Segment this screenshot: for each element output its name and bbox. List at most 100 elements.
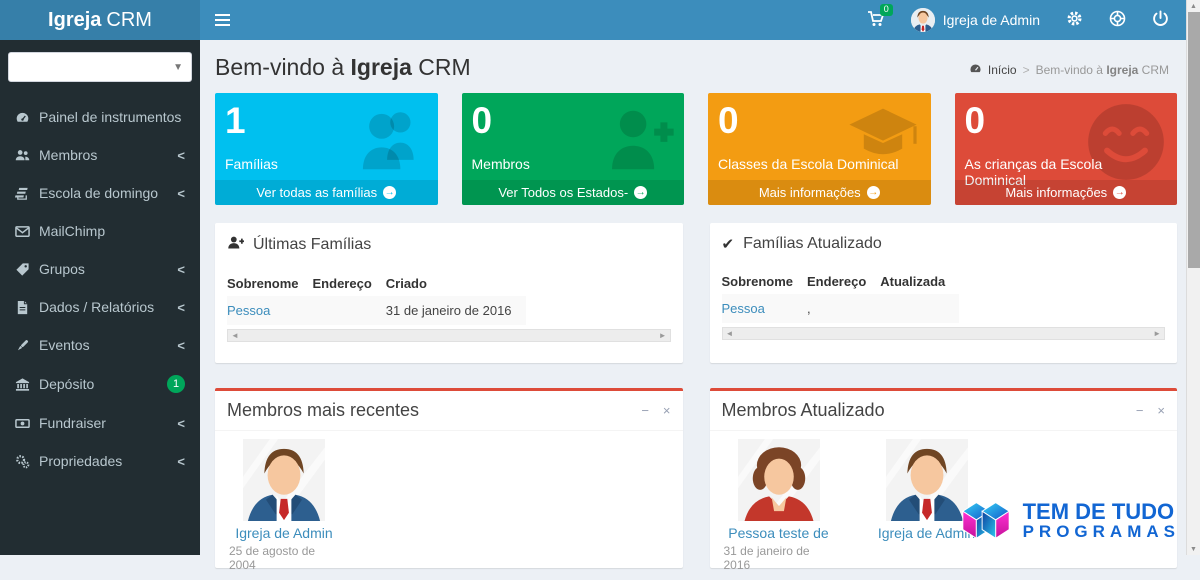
- check-icon: ✔: [722, 235, 735, 253]
- member-date: 31 de janeiro de 2016: [724, 544, 834, 572]
- chevron-left-icon: <: [177, 454, 185, 469]
- sidebar-search-select[interactable]: ▼: [8, 52, 192, 82]
- sidebar-item-painel[interactable]: Painel de instrumentos: [0, 98, 200, 136]
- envelope-icon: [15, 224, 39, 239]
- family-link[interactable]: Pessoa: [227, 303, 270, 318]
- avatar-man: [243, 439, 325, 521]
- dashboard-icon: [969, 62, 982, 78]
- watermark-logo: TEM DE TUDO PROGRAMAS: [955, 490, 1180, 551]
- stack-icon: [15, 186, 39, 201]
- money-icon: [15, 416, 39, 431]
- chevron-left-icon: <: [177, 300, 185, 315]
- user-plus-icon: [227, 235, 244, 255]
- membros-label: Membros: [472, 156, 675, 172]
- updated-families-title: ✔ Famílias Atualizado: [722, 235, 1166, 253]
- info-box-criancas: 0 As crianças da Escola Dominical Mais i…: [955, 93, 1178, 205]
- member-date: 25 de agosto de 2004: [229, 544, 339, 572]
- arrow-circle-right-icon: →: [634, 186, 647, 199]
- breadcrumb-current: Bem-vindo à Igreja CRM: [1036, 63, 1169, 77]
- member-link[interactable]: Pessoa teste de: [728, 525, 828, 541]
- breadcrumb-home-link[interactable]: Início: [988, 63, 1017, 77]
- user-menu[interactable]: Igreja de Admin: [898, 0, 1053, 40]
- sidebar-item-deposito[interactable]: Depósito 1: [0, 364, 200, 404]
- scroll-down-icon[interactable]: ▼: [1187, 543, 1200, 555]
- member-card: Igreja de Admin 25 de agosto de 2004: [229, 439, 339, 572]
- scroll-right-icon: ►: [1153, 329, 1161, 338]
- tem-de-tudo-logo-icon: [955, 490, 1017, 551]
- horizontal-scrollbar[interactable]: ◄ ►: [227, 329, 671, 342]
- language-button[interactable]: [1096, 0, 1139, 40]
- watermark-line1: TEM DE TUDO: [1023, 501, 1180, 523]
- page-header: Bem-vindo à Igreja CRM Início > Bem-vind…: [215, 54, 1177, 81]
- familias-count: 1: [225, 101, 428, 142]
- scroll-up-icon[interactable]: ▲: [1187, 0, 1200, 12]
- brand-bold: Igreja: [48, 9, 101, 32]
- classes-label: Classes da Escola Dominical: [718, 156, 921, 172]
- power-icon: [1152, 10, 1169, 30]
- member-link[interactable]: Igreja de Admin: [235, 525, 332, 541]
- user-name: Igreja de Admin: [943, 12, 1040, 28]
- close-icon[interactable]: ×: [1157, 403, 1165, 418]
- scroll-right-icon: ►: [659, 331, 667, 340]
- info-box-familias: 1 Famílias Ver todas as famílias →: [215, 93, 438, 205]
- column-header: Endereço: [313, 271, 386, 296]
- criancas-footer-link[interactable]: Mais informações →: [955, 180, 1178, 205]
- chevron-left-icon: <: [177, 416, 185, 431]
- collapse-icon[interactable]: −: [1136, 403, 1144, 418]
- sidebar-menu: Painel de instrumentos Membros < Escola …: [0, 98, 200, 480]
- member-card: Pessoa teste de 31 de janeiro de 2016: [724, 439, 834, 572]
- file-icon: [15, 300, 39, 315]
- top-navbar: Igreja CRM 0 Igreja de Admin: [0, 0, 1200, 40]
- cart-button[interactable]: 0: [854, 0, 898, 40]
- latest-families-panel: Últimas Famílias Sobrenome Endereço Cria…: [215, 223, 683, 363]
- gears-icon: [15, 454, 39, 469]
- collapse-icon[interactable]: −: [641, 403, 649, 418]
- sidebar-item-grupos[interactable]: Grupos <: [0, 250, 200, 288]
- deposito-badge: 1: [167, 375, 185, 393]
- membros-count: 0: [472, 101, 675, 142]
- arrow-circle-right-icon: →: [867, 186, 880, 199]
- horizontal-scrollbar[interactable]: ◄ ►: [722, 327, 1166, 340]
- recent-members-box: Membros mais recentes − × Igreja de Admi…: [215, 388, 683, 568]
- sidebar-item-membros[interactable]: Membros <: [0, 136, 200, 174]
- latest-families-title: Últimas Famílias: [227, 235, 671, 255]
- tachometer-icon: [15, 110, 39, 125]
- close-icon[interactable]: ×: [663, 403, 671, 418]
- table-row: Pessoa 31 de janeiro de 2016: [227, 296, 526, 325]
- family-link[interactable]: Pessoa: [722, 301, 765, 316]
- scrollbar-thumb[interactable]: [1188, 12, 1200, 268]
- avatar-woman: [738, 439, 820, 521]
- main-content: Bem-vindo à Igreja CRM Início > Bem-vind…: [200, 40, 1186, 555]
- scroll-left-icon: ◄: [231, 331, 239, 340]
- family-panels-row: Últimas Famílias Sobrenome Endereço Cria…: [215, 223, 1177, 363]
- classes-count: 0: [718, 101, 921, 142]
- classes-footer-link[interactable]: Mais informações →: [708, 180, 931, 205]
- breadcrumb-separator: >: [1023, 63, 1030, 77]
- membros-footer-link[interactable]: Ver Todos os Estados- →: [462, 180, 685, 205]
- breadcrumb: Início > Bem-vindo à Igreja CRM: [969, 62, 1169, 78]
- scroll-left-icon: ◄: [726, 329, 734, 338]
- table-row: Pessoa ,: [722, 294, 960, 323]
- sidebar-item-escola[interactable]: Escola de domingo <: [0, 174, 200, 212]
- logout-button[interactable]: [1139, 0, 1182, 40]
- sidebar-item-dados[interactable]: Dados / Relatórios <: [0, 288, 200, 326]
- sidebar-item-eventos[interactable]: Eventos <: [0, 326, 200, 364]
- sidebar-item-propriedades[interactable]: Propriedades <: [0, 442, 200, 480]
- navbar: 0 Igreja de Admin: [200, 0, 1200, 40]
- column-header: Endereço: [807, 269, 880, 294]
- updated-families-table: Sobrenome Endereço Atualizada Pessoa ,: [722, 269, 960, 323]
- chevron-left-icon: <: [177, 186, 185, 201]
- brand-logo[interactable]: Igreja CRM: [0, 0, 200, 40]
- brush-icon: [15, 338, 39, 353]
- sidebar-toggle-icon[interactable]: [200, 0, 244, 40]
- sidebar-item-fundraiser[interactable]: Fundraiser <: [0, 404, 200, 442]
- column-header: Criado: [386, 271, 526, 296]
- vertical-scrollbar[interactable]: ▲ ▼: [1186, 0, 1200, 555]
- chevron-left-icon: <: [177, 262, 185, 277]
- brand-rest: CRM: [106, 9, 152, 32]
- familias-footer-link[interactable]: Ver todas as famílias →: [215, 180, 438, 205]
- settings-button[interactable]: [1053, 0, 1096, 40]
- sidebar-item-mailchimp[interactable]: MailChimp: [0, 212, 200, 250]
- bank-icon: [15, 377, 39, 392]
- chevron-down-icon: ▼: [173, 62, 183, 73]
